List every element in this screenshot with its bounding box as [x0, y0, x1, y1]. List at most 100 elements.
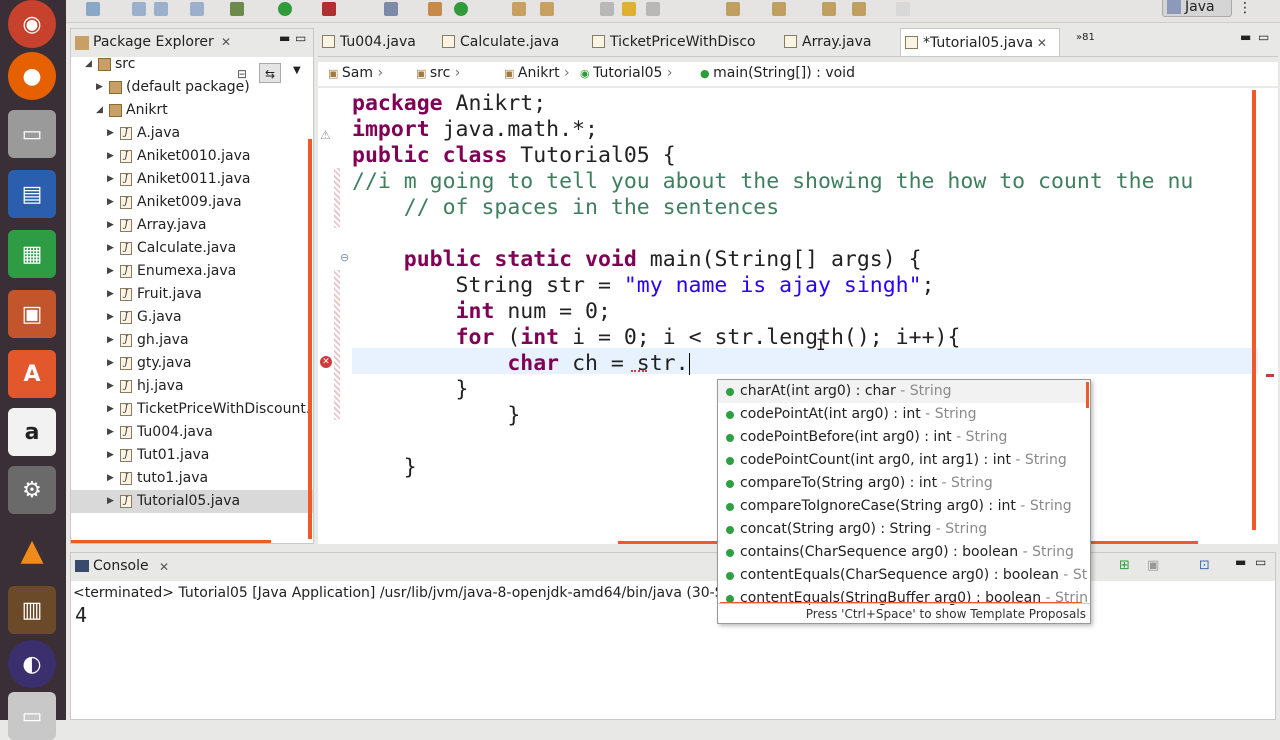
pin-console-icon[interactable]: ⊞: [1119, 558, 1130, 573]
tree-item[interactable]: ▶ J A.java: [71, 122, 313, 145]
editor-tab[interactable]: Calculate.java: [438, 28, 586, 56]
collapsed-arrow-icon[interactable]: ▶: [107, 237, 114, 260]
display-console-icon[interactable]: ▣: [1147, 558, 1159, 573]
tree-item[interactable]: ▶ J G.java: [71, 306, 313, 329]
collapsed-arrow-icon[interactable]: ▶: [107, 329, 114, 352]
editor-tab[interactable]: Tu004.java: [318, 28, 436, 56]
open-type-icon[interactable]: [512, 2, 526, 16]
proposal-item[interactable]: codePointCount(int arg0, int arg1) : int…: [718, 449, 1088, 472]
last-edit-icon[interactable]: [822, 2, 836, 16]
expanded-arrow-icon[interactable]: ◢: [96, 99, 103, 122]
collapsed-arrow-icon[interactable]: ▶: [107, 444, 114, 467]
new-icon[interactable]: [86, 2, 100, 16]
new-package-icon[interactable]: [428, 2, 442, 16]
forward-icon[interactable]: [896, 2, 910, 16]
settings-icon[interactable]: ⚙: [8, 466, 56, 514]
proposal-item[interactable]: codePointAt(int arg0) : int - String: [718, 403, 1088, 426]
proposal-item[interactable]: compareTo(String arg0) : int - String: [718, 472, 1088, 495]
tree-item[interactable]: ▶ Jhj.java: [71, 375, 313, 398]
bookshelf-icon[interactable]: ▥: [8, 586, 56, 634]
collapsed-arrow-icon[interactable]: ▶: [107, 375, 114, 398]
close-icon[interactable]: ✕: [159, 560, 169, 574]
proposal-item[interactable]: charAt(int arg0) : char - String: [718, 380, 1088, 403]
collapsed-arrow-icon[interactable]: ▶: [107, 352, 114, 375]
tree-item[interactable]: ▶ J Tu004.java: [71, 421, 313, 444]
back-icon[interactable]: [852, 2, 866, 16]
eclipse-icon[interactable]: ◐: [8, 640, 56, 688]
collapsed-arrow-icon[interactable]: ▶: [107, 467, 114, 490]
proposal-item[interactable]: concat(String arg0) : String - String: [718, 518, 1088, 541]
file-cabinet-icon[interactable]: ▭: [8, 110, 56, 158]
tree-item[interactable]: ▶ J Aniket0011.java: [71, 168, 313, 191]
console-tab[interactable]: Console ✕ ⊞ ▣ ⊡ ▬ ▭: [71, 553, 1275, 581]
tree-item[interactable]: ▶ J Aniket0010.java: [71, 145, 313, 168]
collapsed-arrow-icon[interactable]: ▶: [107, 191, 114, 214]
software-center-icon[interactable]: A: [8, 350, 56, 398]
open-console-icon[interactable]: ⊡: [1199, 558, 1210, 573]
tab-overflow-indicator[interactable]: »81: [1076, 32, 1095, 43]
maximize-icon[interactable]: ▭: [1255, 555, 1266, 569]
proposal-scrollbar[interactable]: [1086, 382, 1089, 408]
editor-tab[interactable]: Array.java: [780, 28, 898, 56]
java-perspective-button[interactable]: Java: [1162, 0, 1232, 17]
collapsed-arrow-icon[interactable]: ▶: [107, 490, 114, 513]
editor-tab[interactable]: TicketPriceWithDisco: [588, 28, 778, 56]
highlight-icon[interactable]: [622, 2, 636, 16]
editor-tab[interactable]: *Tutorial05.java ✕: [900, 28, 1060, 56]
collapsed-arrow-icon[interactable]: ▶: [107, 306, 114, 329]
next-annotation-icon[interactable]: [726, 2, 740, 16]
fold-icon[interactable]: ⊖: [340, 251, 349, 264]
breadcrumb-item[interactable]: ● main(String[]) : void: [700, 65, 855, 81]
tree-item[interactable]: ▶ Jtuto1.java: [71, 467, 313, 490]
tree-item[interactable]: ▶ Jgh.java: [71, 329, 313, 352]
content-assist-popup[interactable]: charAt(int arg0) : char - String codePoin…: [717, 379, 1091, 624]
firefox-icon[interactable]: ●: [8, 52, 56, 100]
minimize-icon[interactable]: ▬: [1235, 555, 1246, 569]
breadcrumb-item[interactable]: ◉ Tutorial05 ›: [580, 65, 672, 81]
tree-item[interactable]: ▶ J Enumexa.java: [71, 260, 313, 283]
maximize-icon[interactable]: ▭: [1258, 30, 1269, 44]
ubuntu-dash-icon[interactable]: ◉: [8, 0, 56, 48]
collapsed-arrow-icon[interactable]: ▶: [107, 283, 114, 306]
collapsed-arrow-icon[interactable]: ▶: [107, 122, 114, 145]
tree-item[interactable]: ▶ J Array.java: [71, 214, 313, 237]
breadcrumb-item[interactable]: ▣ Anikrt ›: [504, 65, 570, 81]
run-icon[interactable]: [278, 2, 292, 16]
tree-item[interactable]: ◢ src: [71, 53, 313, 76]
tree-item[interactable]: ▶ (default package): [71, 76, 313, 99]
prev-annotation-icon[interactable]: [772, 2, 786, 16]
calc-icon[interactable]: ▦: [8, 230, 56, 278]
collapsed-arrow-icon[interactable]: ▶: [107, 398, 114, 421]
tree-scroll-indicator[interactable]: [71, 540, 271, 543]
amazon-icon[interactable]: a: [8, 408, 56, 456]
vlc-icon[interactable]: ▲: [8, 526, 56, 574]
collapsed-arrow-icon[interactable]: ▶: [107, 145, 114, 168]
pilcrow-icon[interactable]: [646, 2, 660, 16]
editor-vscrollbar[interactable]: [1252, 90, 1256, 530]
save-all-icon[interactable]: [154, 2, 168, 16]
expanded-arrow-icon[interactable]: ◢: [85, 53, 92, 76]
tree-item[interactable]: ▶ J TicketPriceWithDiscount.: [71, 398, 313, 421]
collapsed-arrow-icon[interactable]: ▶: [96, 76, 103, 99]
proposal-item[interactable]: compareToIgnoreCase(String arg0) : int -…: [718, 495, 1088, 518]
writer-icon[interactable]: ▤: [8, 170, 56, 218]
print-icon[interactable]: [190, 2, 204, 16]
tree-item[interactable]: ▶ Jgty.java: [71, 352, 313, 375]
tree-item[interactable]: ▶ J Aniket009.java: [71, 191, 313, 214]
collapsed-arrow-icon[interactable]: ▶: [107, 214, 114, 237]
collapsed-arrow-icon[interactable]: ▶: [107, 421, 114, 444]
close-icon[interactable]: ✕: [1033, 36, 1047, 50]
tree-item[interactable]: ▶ J Calculate.java: [71, 237, 313, 260]
search-icon[interactable]: [540, 2, 554, 16]
close-icon[interactable]: ✕: [221, 35, 231, 49]
collapsed-arrow-icon[interactable]: ▶: [107, 168, 114, 191]
annotation-icon[interactable]: [600, 2, 614, 16]
tree-item[interactable]: ▶ J Tut01.java: [71, 444, 313, 467]
maximize-icon[interactable]: ▭: [295, 31, 306, 45]
impress-icon[interactable]: ▣: [8, 290, 56, 338]
proposal-item[interactable]: contentEquals(CharSequence arg0) : boole…: [718, 564, 1088, 587]
tree-item[interactable]: ▶ J Tutorial05.java: [71, 490, 313, 513]
overview-error-mark[interactable]: [1266, 374, 1274, 377]
tree-scrollbar[interactable]: [308, 139, 312, 539]
proposal-item[interactable]: codePointBefore(int arg0) : int - String: [718, 426, 1088, 449]
